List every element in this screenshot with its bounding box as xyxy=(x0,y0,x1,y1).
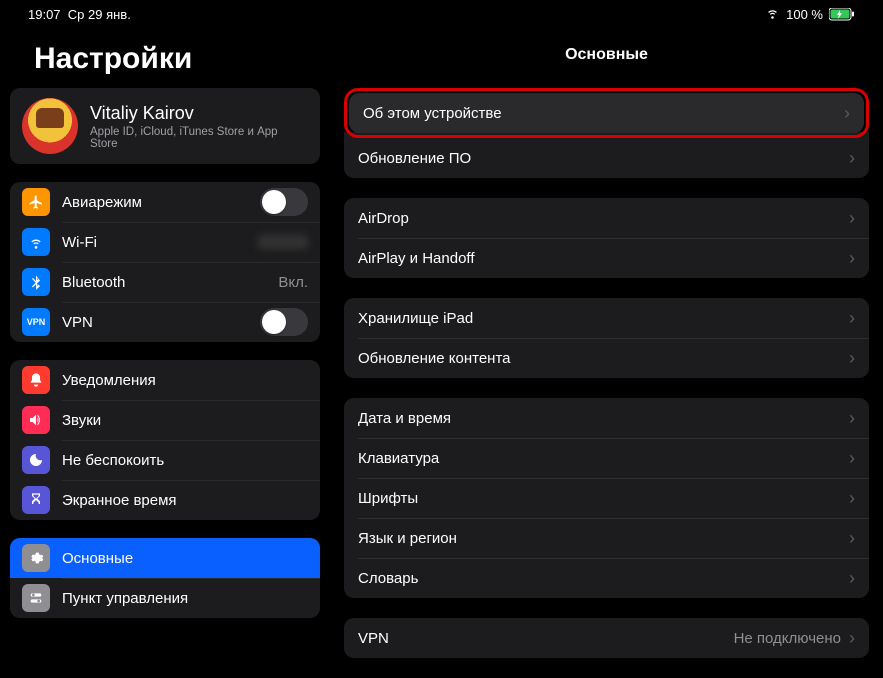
profile-sub: Apple ID, iCloud, iTunes Store и App Sto… xyxy=(90,126,308,150)
profile-card[interactable]: Vitaliy Kairov Apple ID, iCloud, iTunes … xyxy=(10,88,320,164)
vpn-toggle[interactable] xyxy=(260,308,308,336)
row-software-update[interactable]: Обновление ПО › xyxy=(344,138,869,178)
status-right: 100 % xyxy=(765,5,855,23)
hourglass-icon xyxy=(22,486,50,514)
row-datetime[interactable]: Дата и время› xyxy=(344,398,869,438)
chevron-right-icon: › xyxy=(849,529,855,547)
status-bar: 19:07 Ср 29 янв. 100 % xyxy=(0,0,883,28)
row-background-refresh[interactable]: Обновление контента› xyxy=(344,338,869,378)
toggles-icon xyxy=(22,584,50,612)
sidebar-item-screentime[interactable]: Экранное время xyxy=(10,480,320,520)
sidebar-item-notifications[interactable]: Уведомления xyxy=(10,360,320,400)
chevron-right-icon: › xyxy=(849,629,855,647)
bell-icon xyxy=(22,366,50,394)
row-airplay[interactable]: AirPlay и Handoff› xyxy=(344,238,869,278)
row-dictionary[interactable]: Словарь› xyxy=(344,558,869,598)
chevron-right-icon: › xyxy=(849,309,855,327)
sidebar-item-sounds[interactable]: Звуки xyxy=(10,400,320,440)
main-panel: Основные Об этом устройстве › Обновление… xyxy=(330,28,883,678)
sidebar-item-general[interactable]: Основные xyxy=(10,538,320,578)
chevron-right-icon: › xyxy=(849,209,855,227)
speaker-icon xyxy=(22,406,50,434)
wifi-icon xyxy=(765,5,780,23)
chevron-right-icon: › xyxy=(849,349,855,367)
sidebar-item-wifi[interactable]: Wi-Fi xyxy=(10,222,320,262)
sidebar-item-airplane[interactable]: Авиарежим xyxy=(10,182,320,222)
gear-icon xyxy=(22,544,50,572)
chevron-right-icon: › xyxy=(849,489,855,507)
sidebar-item-control-center[interactable]: Пункт управления xyxy=(10,578,320,618)
sidebar-item-dnd[interactable]: Не беспокоить xyxy=(10,440,320,480)
highlight-about: Об этом устройстве › xyxy=(344,88,869,138)
row-fonts[interactable]: Шрифты› xyxy=(344,478,869,518)
chevron-right-icon: › xyxy=(849,449,855,467)
chevron-right-icon: › xyxy=(849,249,855,267)
sidebar: Настройки Vitaliy Kairov Apple ID, iClou… xyxy=(0,28,330,678)
sidebar-item-vpn[interactable]: VPN VPN xyxy=(10,302,320,342)
airplane-icon xyxy=(22,188,50,216)
battery-icon xyxy=(829,8,855,21)
avatar xyxy=(22,98,78,154)
row-language[interactable]: Язык и регион› xyxy=(344,518,869,558)
chevron-right-icon: › xyxy=(849,409,855,427)
chevron-right-icon: › xyxy=(849,149,855,167)
row-vpn[interactable]: VPNНе подключено› xyxy=(344,618,869,658)
battery-percent: 100 % xyxy=(786,7,823,22)
airplane-toggle[interactable] xyxy=(260,188,308,216)
main-title: Основные xyxy=(344,28,869,88)
moon-icon xyxy=(22,446,50,474)
bluetooth-icon xyxy=(22,268,50,296)
profile-name: Vitaliy Kairov xyxy=(90,103,308,124)
vpn-icon: VPN xyxy=(22,308,50,336)
settings-title: Настройки xyxy=(34,42,320,76)
row-airdrop[interactable]: AirDrop› xyxy=(344,198,869,238)
wifi-icon xyxy=(22,228,50,256)
sidebar-item-bluetooth[interactable]: Bluetooth Вкл. xyxy=(10,262,320,302)
row-keyboard[interactable]: Клавиатура› xyxy=(344,438,869,478)
row-storage[interactable]: Хранилище iPad› xyxy=(344,298,869,338)
chevron-right-icon: › xyxy=(844,104,850,122)
chevron-right-icon: › xyxy=(849,569,855,587)
status-time-date: 19:07 Ср 29 янв. xyxy=(28,7,131,22)
row-about[interactable]: Об этом устройстве › xyxy=(349,93,864,133)
